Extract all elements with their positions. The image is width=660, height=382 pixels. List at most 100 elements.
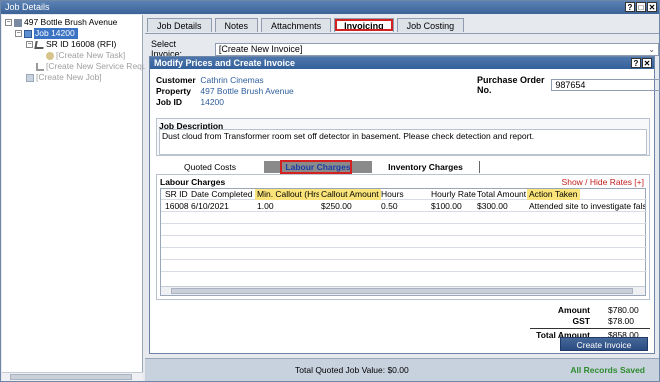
highlight-box — [280, 160, 352, 174]
empty-row — [161, 261, 647, 272]
tab-job-details[interactable]: Job Details — [147, 18, 212, 32]
job-icon — [26, 73, 34, 82]
column-header[interactable]: Callout Amount — [319, 189, 381, 200]
tab-quoted-costs[interactable]: Quoted Costs — [156, 161, 264, 173]
cell[interactable]: $250.00 — [321, 201, 352, 212]
dialog-controls: ? ✕ — [631, 58, 652, 68]
select-invoice-value: [Create New Invoice] — [218, 43, 303, 54]
cell: $100.00 — [431, 201, 462, 211]
window-controls: ? □ ✕ — [625, 2, 657, 12]
column-header[interactable]: Action Taken — [527, 189, 580, 200]
tree-item-label: [Create New Task] — [56, 50, 126, 60]
amount-label: Amount — [557, 305, 590, 315]
jobid-value: 14200 — [200, 97, 225, 107]
create-invoice-button[interactable]: Create Invoice — [560, 337, 648, 351]
help-button[interactable]: ? — [625, 2, 635, 12]
cell[interactable]: Attended site to investigate false ala — [529, 201, 645, 212]
person-icon — [46, 51, 54, 60]
property-row: Property 497 Bottle Brush Avenue — [156, 86, 294, 96]
cell: 6/10/2021 — [191, 201, 229, 211]
tab-notes[interactable]: Notes — [214, 18, 259, 32]
tree-item-label: [Create New Service Request] — [46, 61, 161, 71]
labour-charges-group: Labour Charges Show / Hide Rates [+] SR … — [156, 174, 650, 300]
column-header[interactable]: Date Completed — [191, 189, 252, 200]
tools-icon — [34, 40, 45, 49]
job-details-window: Job Details ? □ ✕ − 497 Bottle Brush Ave… — [0, 0, 660, 382]
collapse-icon[interactable]: − — [15, 30, 22, 37]
tree-item-create-service-request[interactable]: [Create New Service Request] — [36, 61, 160, 72]
purchase-order-label: Purchase Order No. — [477, 75, 545, 95]
job-description-group: Job Description Dust cloud from Transfor… — [156, 118, 650, 156]
building-icon — [14, 18, 22, 27]
empty-row — [161, 225, 647, 236]
gst-label: GST — [572, 316, 590, 326]
job-description-field[interactable]: Dust cloud from Transformer room set off… — [159, 129, 647, 155]
grid-header-row: SR ID Date Completed Min. Callout (Hrs) … — [161, 189, 647, 200]
window-title: Job Details — [5, 2, 50, 12]
scrollbar-thumb[interactable] — [171, 288, 633, 294]
gst-value: $78.00 — [608, 316, 634, 326]
column-header[interactable]: Min. Callout (Hrs) — [255, 189, 326, 200]
customer-row: Customer Cathrin Cinemas — [156, 75, 264, 85]
labour-charges-grid: SR ID Date Completed Min. Callout (Hrs) … — [160, 188, 647, 296]
totals-panel: Amount $780.00 GST $78.00 Total Amount $… — [530, 305, 650, 341]
select-invoice-dropdown[interactable]: [Create New Invoice] ⌄ — [214, 42, 659, 56]
tab-attachments[interactable]: Attachments — [261, 18, 332, 32]
tree-item-label: [Create New Job] — [36, 72, 102, 82]
cell: 16008 — [165, 201, 189, 211]
close-button[interactable]: ✕ — [642, 58, 652, 68]
labour-charges-title: Labour Charges — [160, 177, 226, 187]
tree-item-create-task[interactable]: [Create New Task] — [46, 50, 125, 61]
cell: $300.00 — [477, 201, 508, 211]
close-button[interactable]: ✕ — [647, 2, 657, 12]
amount-row: Amount $780.00 — [530, 305, 650, 316]
help-button[interactable]: ? — [631, 58, 641, 68]
tab-invoicing[interactable]: Invoicing — [334, 18, 394, 32]
column-header[interactable]: Total Amount — [477, 189, 526, 200]
grid-horizontal-scrollbar[interactable] — [161, 286, 645, 295]
tab-divider — [145, 33, 659, 34]
customer-value: Cathrin Cinemas — [200, 75, 264, 85]
collapse-icon[interactable]: − — [26, 41, 33, 48]
tab-inventory-charges[interactable]: Inventory Charges — [372, 161, 480, 173]
empty-row — [161, 249, 647, 260]
tree-item-property[interactable]: − 497 Bottle Brush Avenue — [5, 17, 117, 28]
column-header[interactable]: Hours — [381, 189, 404, 200]
maximize-button[interactable]: □ — [636, 2, 646, 12]
status-footer: Total Quoted Job Value: $0.00 All Record… — [145, 358, 659, 381]
property-value: 497 Bottle Brush Avenue — [200, 86, 294, 96]
job-tabs: Job Details Notes Attachments Invoicing … — [147, 18, 465, 32]
column-header[interactable]: Hourly Rate — [431, 189, 476, 200]
collapse-icon[interactable]: − — [5, 19, 12, 26]
dialog-titlebar: Modify Prices and Create Invoice ? ✕ — [150, 57, 654, 69]
tree-item-job[interactable]: − Job 14200 — [15, 28, 78, 39]
toggle-rates-link[interactable]: Show / Hide Rates [+] — [562, 177, 644, 187]
empty-row — [161, 213, 647, 224]
tab-labour-charges[interactable]: Labour Charges — [264, 160, 372, 174]
jobid-row: Job ID 14200 — [156, 97, 224, 107]
customer-label: Customer — [156, 75, 196, 85]
amount-value: $780.00 — [608, 305, 639, 315]
tab-job-costing[interactable]: Job Costing — [396, 18, 465, 32]
cell[interactable]: 1.00 — [257, 201, 274, 212]
dialog-title: Modify Prices and Create Invoice — [154, 58, 296, 68]
purchase-order-field[interactable]: 987654 — [551, 79, 660, 91]
column-header[interactable]: SR ID — [165, 189, 188, 200]
scrollbar-thumb[interactable] — [10, 374, 132, 380]
window-titlebar: Job Details ? □ ✕ — [1, 1, 659, 14]
chevron-down-icon: ⌄ — [648, 44, 655, 54]
gst-row: GST $78.00 — [530, 316, 650, 327]
save-status: All Records Saved — [570, 365, 645, 375]
tree-item-service-request[interactable]: − SR ID 16008 (RFI) — [26, 39, 116, 50]
job-tree: − 497 Bottle Brush Avenue − Job 14200 − … — [2, 15, 160, 381]
totals-divider — [530, 328, 650, 329]
tree-item-label: Job 14200 — [34, 28, 78, 39]
tree-item-create-job[interactable]: [Create New Job] — [26, 72, 102, 83]
tree-horizontal-scrollbar[interactable] — [2, 372, 143, 381]
empty-row — [161, 237, 647, 248]
table-row[interactable]: 16008 6/10/2021 1.00 $250.00 0.50 $100.0… — [161, 201, 647, 212]
tree-item-label: SR ID 16008 (RFI) — [46, 39, 117, 49]
modify-prices-dialog: Modify Prices and Create Invoice ? ✕ Cus… — [149, 56, 660, 354]
quoted-job-value: Total Quoted Job Value: $0.00 — [295, 365, 409, 375]
tree-item-label: 497 Bottle Brush Avenue — [24, 17, 118, 27]
